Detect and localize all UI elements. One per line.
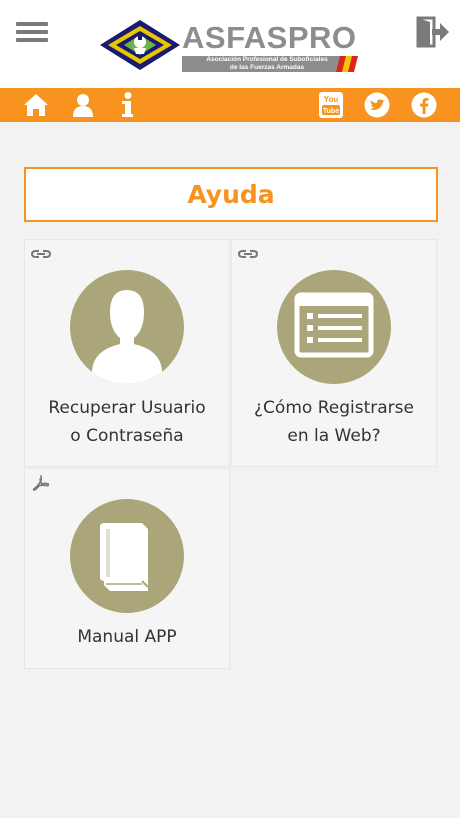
info-icon[interactable] [113, 91, 141, 119]
twitter-icon[interactable] [363, 91, 391, 119]
link-icon [31, 250, 51, 258]
brand-subtitle-line2: de las Fuerzas Armadas [229, 63, 305, 71]
tile-label-line1: Manual APP [77, 627, 177, 647]
tile-label-line2: en la Web? [287, 426, 381, 446]
form-icon [294, 292, 374, 358]
tile-label-line2: o Contraseña [70, 426, 184, 446]
brand-name: ASFASPRO [182, 20, 357, 55]
pdf-icon [32, 475, 50, 491]
brand-subtitle-line1: Asociación Profesional de Suboficiales [206, 56, 328, 63]
youtube-icon[interactable]: You Tube [317, 91, 345, 119]
tile-icon-circle [70, 499, 184, 613]
tile-label: Recuperar Usuario o Contraseña [25, 394, 229, 450]
logout-icon[interactable] [416, 16, 450, 48]
app-header: ASFASPRO Asociación Profesional de Subof… [0, 0, 460, 88]
tile-app-manual[interactable]: Manual APP [24, 468, 230, 669]
tile-label-line1: ¿Cómo Registrarse [254, 398, 414, 418]
tile-label: ¿Cómo Registrarse en la Web? [232, 394, 436, 450]
toolbar: You Tube [0, 88, 460, 122]
tile-icon-circle [70, 270, 184, 384]
youtube-text-bottom: Tube [323, 108, 339, 115]
facebook-icon[interactable] [410, 91, 438, 119]
tile-icon-circle [277, 270, 391, 384]
link-icon [238, 250, 258, 258]
tile-how-to-register[interactable]: ¿Cómo Registrarse en la Web? [231, 239, 437, 467]
asfaspro-logo: ASFASPRO Asociación Profesional de Subof… [100, 20, 362, 76]
tile-label: Manual APP [25, 623, 229, 651]
hamburger-menu-icon[interactable] [16, 22, 48, 44]
page-title-box: Ayuda [24, 167, 438, 222]
brand-subtitle: Asociación Profesional de Suboficiales d… [182, 56, 352, 72]
tile-recover-user[interactable]: Recuperar Usuario o Contraseña [24, 239, 230, 467]
book-icon [100, 523, 149, 591]
user-icon[interactable] [69, 91, 97, 119]
youtube-text-top: You [324, 95, 339, 104]
home-icon[interactable] [22, 91, 50, 119]
user-silhouette-icon [92, 290, 162, 384]
tile-label-line1: Recuperar Usuario [48, 398, 206, 418]
page-title: Ayuda [187, 180, 275, 209]
logo-emblem-icon [100, 20, 180, 70]
spanish-flag-stripes-icon [336, 56, 358, 72]
